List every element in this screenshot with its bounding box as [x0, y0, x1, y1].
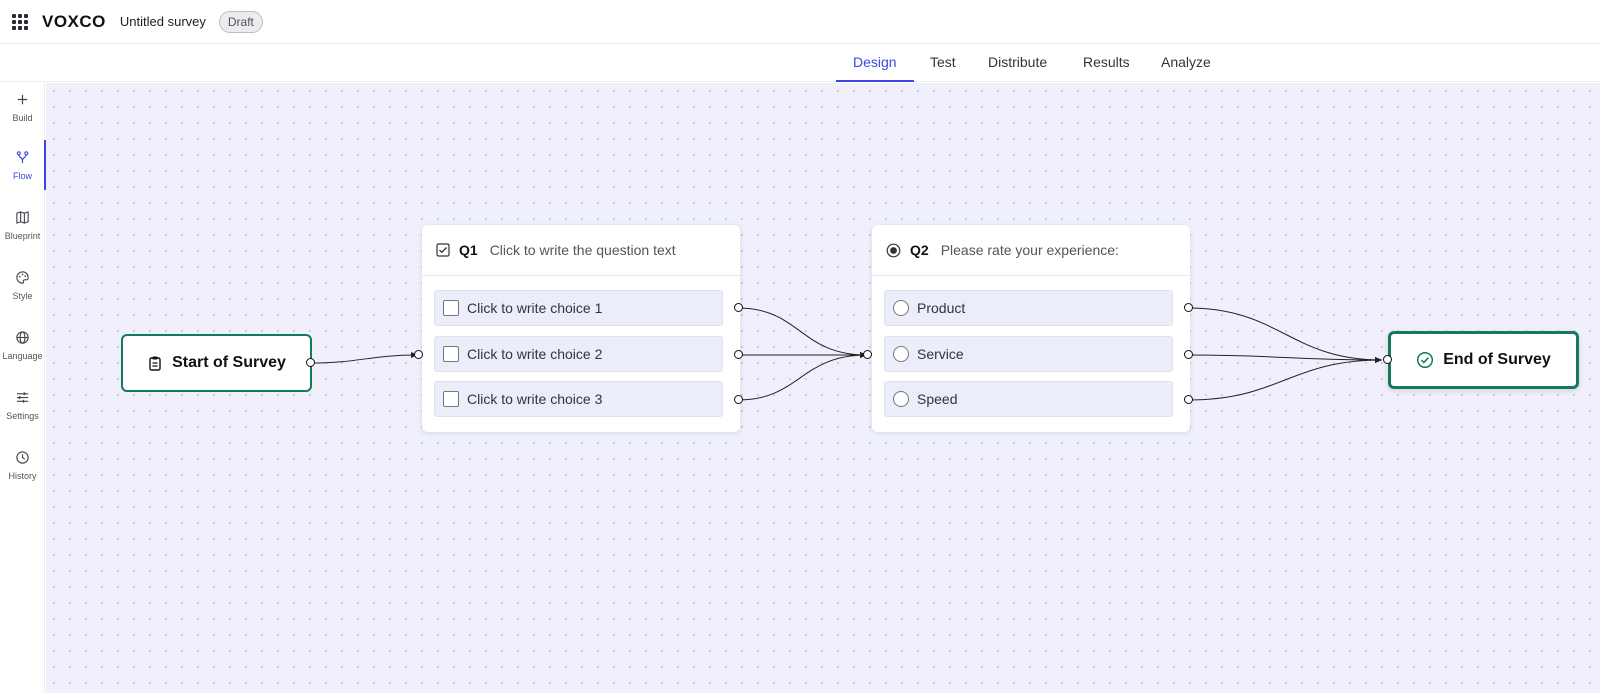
q1-choice-1[interactable]: Click to write choice 1 [434, 290, 723, 326]
question-number: Q1 [459, 242, 478, 258]
tab-test[interactable]: Test [930, 44, 956, 82]
q1-choice-3-port[interactable] [734, 395, 743, 404]
radio-icon [893, 300, 909, 316]
sidebar-item-build[interactable]: Build [0, 82, 45, 138]
sidebar-item-flow[interactable]: Flow [0, 140, 46, 196]
end-label: End of Survey [1443, 351, 1551, 368]
sidebar-item-label: Style [12, 291, 33, 301]
plus-icon [17, 94, 28, 105]
question-text[interactable]: Please rate your experience: [941, 242, 1119, 258]
q2-choice-2[interactable]: Service [884, 336, 1173, 372]
status-badge: Draft [218, 10, 263, 33]
choice-label: Click to write choice 1 [467, 300, 603, 316]
choice-label: Speed [917, 391, 958, 407]
palette-icon [16, 271, 29, 284]
sliders-icon [16, 392, 29, 403]
start-of-survey-node[interactable]: Start of Survey [121, 334, 312, 392]
checkbox-icon [443, 300, 459, 316]
sidebar-item-style[interactable]: Style [0, 260, 45, 316]
q2-header[interactable]: Q2 Please rate your experience: [872, 225, 1190, 276]
start-label: Start of Survey [172, 354, 286, 371]
checkbox-icon [443, 391, 459, 407]
q2-choice-2-port[interactable] [1184, 350, 1193, 359]
q1-choice-2-port[interactable] [734, 350, 743, 359]
end-input-port[interactable] [1383, 355, 1392, 364]
choice-label: Click to write choice 3 [467, 391, 603, 407]
question-text[interactable]: Click to write the question text [490, 242, 676, 258]
sidebar-item-label: Language [2, 351, 43, 361]
q2-choice-3[interactable]: Speed [884, 381, 1173, 417]
left-sidebar: Build Flow Blueprint Style Language Sett… [0, 82, 46, 693]
radio-icon [893, 391, 909, 407]
sidebar-item-blueprint[interactable]: Blueprint [0, 200, 45, 256]
survey-title[interactable]: Untitled survey [120, 14, 206, 29]
top-bar: VOXCO Untitled survey Draft [0, 0, 1600, 44]
clock-icon [16, 451, 29, 464]
tab-results[interactable]: Results [1083, 44, 1130, 82]
sidebar-item-history[interactable]: History [0, 440, 45, 496]
flow-icon [16, 151, 29, 164]
logo: VOXCO [42, 11, 106, 31]
check-circle-icon [1417, 351, 1434, 369]
end-of-survey-node[interactable]: End of Survey [1388, 331, 1579, 389]
choice-label: Click to write choice 2 [467, 346, 603, 362]
q1-choice-1-port[interactable] [734, 303, 743, 312]
q2-choice-1-port[interactable] [1184, 303, 1193, 312]
sidebar-item-label: Flow [12, 171, 32, 181]
sidebar-item-label: Build [12, 113, 33, 123]
q1-header[interactable]: Q1 Click to write the question text [422, 225, 740, 276]
sidebar-item-settings[interactable]: Settings [0, 380, 45, 436]
map-icon [16, 211, 29, 224]
app-grid-icon[interactable] [12, 13, 28, 30]
checkbox-type-icon [436, 243, 450, 257]
clipboard-icon [149, 356, 161, 371]
sidebar-item-label: Settings [6, 411, 39, 421]
tab-analyze[interactable]: Analyze [1161, 44, 1211, 82]
choice-label: Service [917, 346, 964, 362]
globe-icon [16, 331, 29, 344]
q1-input-port[interactable] [414, 350, 423, 359]
radio-type-icon [886, 243, 901, 257]
question-number: Q2 [910, 242, 929, 258]
q2-choice-3-port[interactable] [1184, 395, 1193, 404]
tab-design[interactable]: Design [836, 44, 914, 82]
checkbox-icon [443, 346, 459, 362]
question-card-q1[interactable]: Q1 Click to write the question text Clic… [422, 225, 740, 432]
q2-input-port[interactable] [863, 350, 872, 359]
sidebar-item-label: History [8, 471, 37, 481]
q2-choice-1[interactable]: Product [884, 290, 1173, 326]
choice-label: Product [917, 300, 966, 316]
radio-icon [893, 346, 909, 362]
start-output-port[interactable] [306, 358, 315, 367]
sidebar-item-label: Blueprint [4, 231, 41, 241]
main-tabs: Design Test Distribute Results Analyze [0, 44, 1600, 82]
q1-choice-2[interactable]: Click to write choice 2 [434, 336, 723, 372]
sidebar-item-language[interactable]: Language [0, 320, 45, 376]
q1-choice-3[interactable]: Click to write choice 3 [434, 381, 723, 417]
tab-distribute[interactable]: Distribute [988, 44, 1047, 82]
question-card-q2[interactable]: Q2 Please rate your experience: Product … [872, 225, 1190, 432]
